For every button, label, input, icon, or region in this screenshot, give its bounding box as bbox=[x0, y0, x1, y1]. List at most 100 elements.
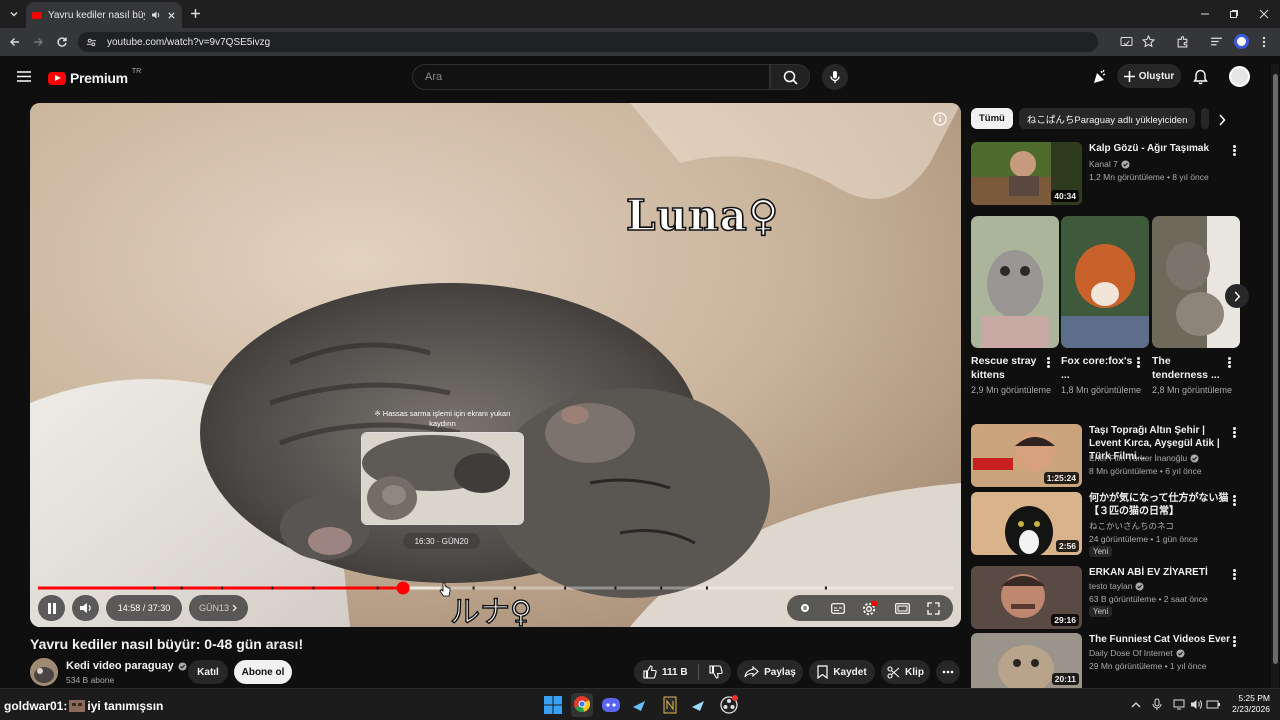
channel-name-row[interactable]: Kedi video paraguay bbox=[66, 660, 187, 672]
cast-icon[interactable] bbox=[1120, 36, 1133, 48]
system-clock[interactable]: 5:25 PM 2/23/2026 bbox=[1224, 693, 1270, 715]
discord-icon[interactable] bbox=[601, 695, 621, 715]
subtitles-icon[interactable] bbox=[831, 602, 845, 614]
hamburger-menu-icon[interactable] bbox=[17, 71, 31, 82]
minimize-window-button[interactable] bbox=[1197, 6, 1213, 22]
forward-button[interactable] bbox=[30, 34, 46, 50]
chapter-button[interactable]: GÜN13 bbox=[189, 595, 248, 621]
more-options-icon[interactable] bbox=[1229, 494, 1239, 508]
more-options-icon[interactable] bbox=[1229, 635, 1239, 649]
chips-next-arrow[interactable] bbox=[1217, 114, 1227, 126]
save-button[interactable]: Kaydet bbox=[809, 660, 875, 684]
short-card[interactable]: Rescue stray kittens 2,9 Mn görüntüleme bbox=[971, 216, 1059, 397]
create-button[interactable]: Oluştur bbox=[1117, 64, 1181, 88]
video-thumbnail[interactable]: 2:56 bbox=[971, 492, 1082, 555]
restore-window-button[interactable] bbox=[1226, 6, 1242, 22]
reload-button[interactable] bbox=[54, 34, 70, 50]
recommended-video[interactable]: 2:56 何かが気になって仕方がない猫【３匹の猫の日常】 ねこかいさんちのネコ … bbox=[971, 492, 1261, 557]
video-thumbnail[interactable]: 1:25:24 bbox=[971, 424, 1082, 487]
profile-icon[interactable] bbox=[1234, 34, 1249, 49]
back-button[interactable] bbox=[7, 34, 23, 50]
search-button[interactable] bbox=[770, 64, 810, 90]
mute-button[interactable] bbox=[72, 595, 99, 621]
video-title[interactable]: Kalp Gözü - Ağır Taşımak bbox=[1089, 142, 1239, 155]
channel-name[interactable]: ねこかいさんちのネコ bbox=[1089, 520, 1174, 532]
channel-name[interactable]: Kedi video paraguay bbox=[66, 660, 174, 672]
more-options-icon[interactable] bbox=[1229, 426, 1239, 440]
more-options-icon[interactable] bbox=[1133, 356, 1143, 370]
page-scrollbar[interactable] bbox=[1271, 64, 1279, 688]
account-avatar[interactable] bbox=[1229, 66, 1250, 87]
recommended-video[interactable]: 29:16 ERKAN ABİ EV ZİYARETİ testo taylan… bbox=[971, 566, 1261, 630]
short-thumbnail[interactable] bbox=[1152, 216, 1240, 348]
settings-gear-icon[interactable] bbox=[862, 600, 878, 616]
chip-all[interactable]: Tümü bbox=[971, 108, 1013, 129]
clip-button[interactable]: Klip bbox=[881, 660, 930, 684]
address-bar[interactable]: youtube.com/watch?v=9v7QSE5ivzg bbox=[78, 32, 1098, 52]
info-icon[interactable] bbox=[933, 112, 947, 126]
volume-tray-icon[interactable] bbox=[1190, 698, 1203, 711]
share-button[interactable]: Paylaş bbox=[737, 660, 803, 684]
theater-mode-icon[interactable] bbox=[894, 602, 910, 614]
browser-tab[interactable]: Yavru kediler nasıl büyür: 0- bbox=[26, 2, 182, 28]
voice-search-button[interactable] bbox=[822, 64, 848, 90]
browser-menu-icon[interactable] bbox=[1261, 35, 1267, 49]
scrollbar-thumb[interactable] bbox=[1272, 74, 1278, 664]
video-thumbnail[interactable]: 40:34 bbox=[971, 142, 1082, 205]
microphone-tray-icon[interactable] bbox=[1152, 698, 1162, 711]
chip-uploader[interactable]: ねこぱんちParaguay adlı yükleyiciden bbox=[1018, 108, 1196, 129]
app-launcher-icon[interactable] bbox=[660, 695, 680, 715]
speaker-icon[interactable] bbox=[151, 10, 161, 20]
new-tab-button[interactable] bbox=[187, 5, 203, 21]
like-count[interactable]: 111 B bbox=[662, 667, 688, 678]
short-card[interactable]: The tenderness ... 2,8 Mn görüntüleme bbox=[1152, 216, 1240, 397]
shorts-next-button[interactable] bbox=[1225, 284, 1249, 308]
video-thumbnail[interactable]: 20:11 bbox=[971, 633, 1082, 688]
video-title[interactable]: The Funniest Cat Videos Ever bbox=[1089, 633, 1239, 646]
notifications-bell-icon[interactable] bbox=[1193, 69, 1208, 85]
video-thumbnail[interactable]: 29:16 bbox=[971, 566, 1082, 629]
steam-icon[interactable] bbox=[630, 695, 650, 715]
pause-button[interactable] bbox=[38, 595, 65, 621]
channel-name[interactable]: Daily Dose Of Internet bbox=[1089, 647, 1173, 659]
channel-name[interactable]: Kanal 7 bbox=[1089, 158, 1118, 170]
youtube-logo[interactable]: Premium TR bbox=[48, 68, 141, 86]
windows-start-icon[interactable] bbox=[543, 695, 563, 715]
extensions-icon[interactable] bbox=[1176, 35, 1189, 48]
video-title[interactable]: 何かが気になって仕方がない猫【３匹の猫の日常】 bbox=[1089, 492, 1239, 518]
close-window-button[interactable] bbox=[1256, 6, 1272, 22]
premium-party-icon[interactable] bbox=[1092, 69, 1108, 85]
steam-app-icon[interactable] bbox=[689, 695, 709, 715]
fullscreen-icon[interactable] bbox=[927, 601, 940, 615]
subscribe-button[interactable]: Abone ol bbox=[234, 660, 292, 684]
channel-avatar[interactable] bbox=[30, 658, 58, 686]
recommended-video[interactable]: 1:25:24 Taşı Toprağı Altın Şehir | Leven… bbox=[971, 424, 1261, 488]
reading-list-icon[interactable] bbox=[1210, 35, 1223, 48]
more-actions-button[interactable] bbox=[936, 660, 960, 684]
short-thumbnail[interactable] bbox=[971, 216, 1059, 348]
more-options-icon[interactable] bbox=[1224, 356, 1234, 370]
autoplay-toggle-icon[interactable] bbox=[800, 602, 814, 614]
dislike-icon[interactable] bbox=[709, 665, 723, 679]
network-icon[interactable] bbox=[1173, 698, 1187, 711]
chip-next-partial[interactable] bbox=[1201, 108, 1210, 129]
bookmark-star-icon[interactable] bbox=[1142, 35, 1155, 48]
join-button[interactable]: Katıl bbox=[188, 660, 228, 684]
recommended-video[interactable]: 40:34 Kalp Gözü - Ağır Taşımak Kanal 7 1… bbox=[971, 142, 1261, 206]
more-options-icon[interactable] bbox=[1043, 356, 1053, 370]
video-player[interactable]: Luna♀ ※ Hassas sarma işlemi için ekranı … bbox=[30, 103, 961, 627]
close-tab-icon[interactable] bbox=[167, 11, 176, 20]
search-input[interactable]: Ara bbox=[412, 64, 770, 90]
tab-search-button[interactable] bbox=[4, 5, 24, 23]
short-thumbnail[interactable] bbox=[1061, 216, 1149, 348]
short-card[interactable]: Fox core:fox's ... 1,8 Mn görüntüleme bbox=[1061, 216, 1149, 397]
site-info-icon[interactable] bbox=[86, 37, 97, 48]
battery-icon[interactable] bbox=[1206, 698, 1221, 711]
like-icon[interactable] bbox=[643, 665, 657, 679]
obs-icon[interactable] bbox=[719, 695, 739, 715]
chrome-taskbar-button[interactable] bbox=[571, 693, 593, 717]
more-options-icon[interactable] bbox=[1229, 568, 1239, 582]
channel-name[interactable]: testo taylan bbox=[1089, 580, 1132, 592]
chevron-up-icon[interactable] bbox=[1131, 701, 1141, 709]
video-title[interactable]: ERKAN ABİ EV ZİYARETİ bbox=[1089, 566, 1239, 579]
